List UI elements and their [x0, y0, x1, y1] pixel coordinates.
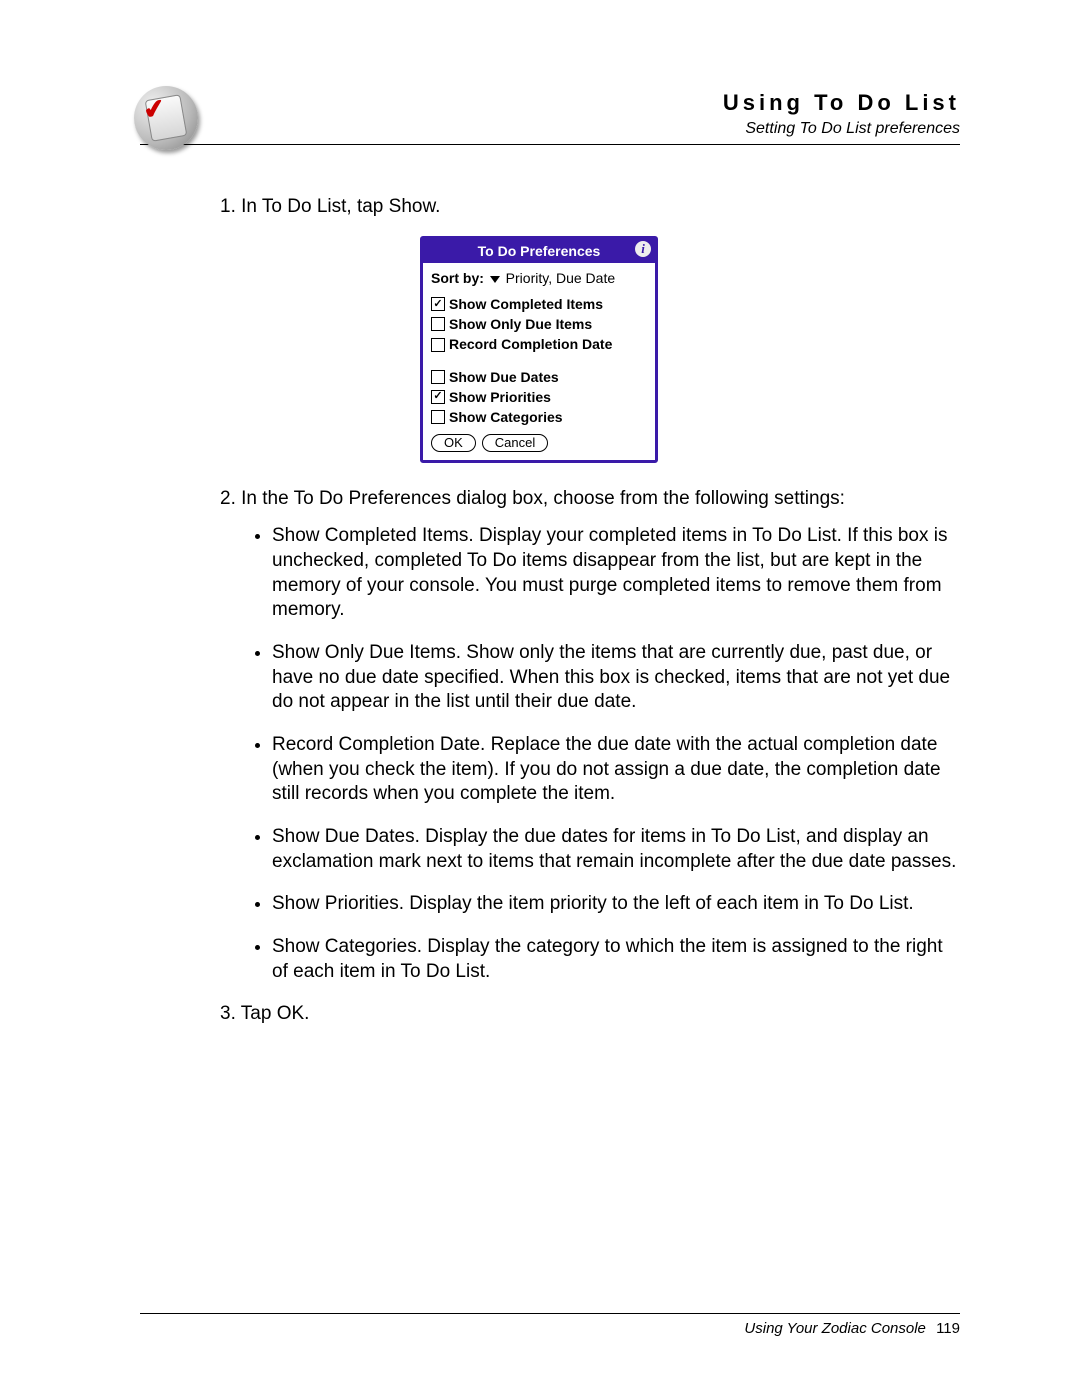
checkbox-label: Show Only Due Items — [449, 315, 592, 333]
step-2: 2. In the To Do Preferences dialog box, … — [220, 487, 960, 512]
sort-by-row[interactable]: Sort by: Priority, Due Date — [431, 269, 647, 287]
cancel-button[interactable]: Cancel — [482, 434, 548, 452]
checkbox-show-priorities[interactable]: Show Priorities — [431, 388, 647, 406]
step-text: Tap OK. — [241, 1003, 310, 1024]
todo-preferences-dialog: To Do Preferences i Sort by: Priority, D… — [420, 236, 658, 464]
checkbox-icon[interactable] — [431, 390, 445, 404]
ok-button[interactable]: OK — [431, 434, 476, 452]
step-1: 1. In To Do List, tap Show. — [220, 195, 960, 220]
footer-page-number: 119 — [936, 1320, 960, 1337]
sort-by-value: Priority, Due Date — [506, 270, 615, 286]
step-number: 2. — [220, 488, 236, 509]
info-icon[interactable]: i — [635, 241, 651, 257]
todo-clipboard-icon: ✔ — [134, 86, 198, 150]
bullet-show-priorities: Show Priorities. Display the item priori… — [272, 892, 960, 917]
checkbox-record-completion-date[interactable]: Record Completion Date — [431, 335, 647, 353]
bullet-show-due-dates: Show Due Dates. Display the due dates fo… — [272, 825, 960, 874]
step-number: 3. — [220, 1003, 236, 1024]
header-text-block: Using To Do List Setting To Do List pref… — [140, 90, 960, 138]
content-body: 1. In To Do List, tap Show. To Do Prefer… — [220, 195, 960, 1027]
checkbox-icon[interactable] — [431, 297, 445, 311]
checkbox-show-categories[interactable]: Show Categories — [431, 408, 647, 426]
checkbox-label: Show Due Dates — [449, 368, 559, 386]
settings-bullets: Show Completed Items. Display your compl… — [220, 524, 960, 984]
dialog-title-bar: To Do Preferences i — [423, 239, 655, 263]
checkbox-icon[interactable] — [431, 410, 445, 424]
checkbox-icon[interactable] — [431, 370, 445, 384]
checkbox-show-completed-items[interactable]: Show Completed Items — [431, 295, 647, 313]
step-text: In To Do List, tap Show. — [241, 196, 440, 217]
bullet-show-categories: Show Categories. Display the category to… — [272, 935, 960, 984]
step-number: 1. — [220, 196, 236, 217]
checkbox-icon[interactable] — [431, 317, 445, 331]
checkbox-label: Show Categories — [449, 408, 563, 426]
checkbox-label: Show Priorities — [449, 388, 551, 406]
checkbox-icon[interactable] — [431, 338, 445, 352]
dropdown-arrow-icon[interactable] — [490, 276, 500, 283]
checkbox-label: Show Completed Items — [449, 295, 603, 313]
checkbox-label: Record Completion Date — [449, 335, 612, 353]
bullet-show-completed-items: Show Completed Items. Display your compl… — [272, 524, 960, 623]
checkbox-show-due-dates[interactable]: Show Due Dates — [431, 368, 647, 386]
bullet-record-completion-date: Record Completion Date. Replace the due … — [272, 733, 960, 807]
chapter-title: Using To Do List — [140, 90, 960, 116]
checkbox-show-only-due-items[interactable]: Show Only Due Items — [431, 315, 647, 333]
dialog-title-text: To Do Preferences — [478, 242, 601, 260]
sort-by-label: Sort by: — [431, 270, 484, 286]
footer-book-title: Using Your Zodiac Console — [744, 1320, 926, 1337]
section-title: Setting To Do List preferences — [140, 120, 960, 138]
page-footer: Using Your Zodiac Console 119 — [140, 1313, 960, 1337]
page: ✔ Using To Do List Setting To Do List pr… — [0, 0, 1080, 1397]
page-header: ✔ Using To Do List Setting To Do List pr… — [140, 90, 960, 145]
bullet-show-only-due-items: Show Only Due Items. Show only the items… — [272, 641, 960, 715]
step-3: 3. Tap OK. — [220, 1002, 960, 1027]
step-text: In the To Do Preferences dialog box, cho… — [241, 488, 845, 509]
